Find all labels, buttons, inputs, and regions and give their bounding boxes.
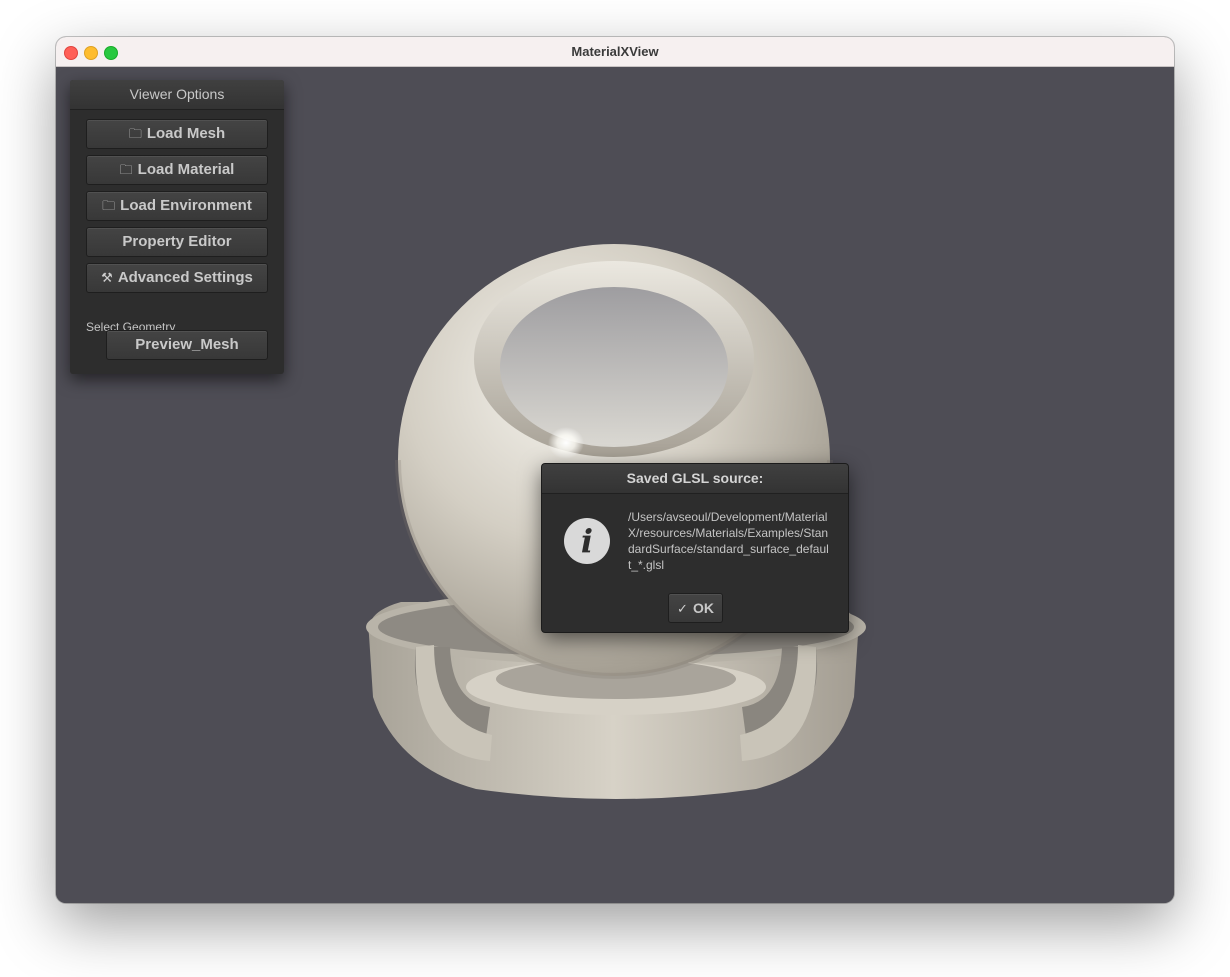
title-bar: MaterialXView [56,37,1174,67]
folder-icon: 🗀 [128,126,142,141]
geometry-select-button[interactable]: Preview_Mesh [106,330,268,360]
close-window-button[interactable] [64,46,78,60]
advanced-settings-button[interactable]: ⚒ Advanced Settings [86,263,268,293]
load-mesh-button[interactable]: 🗀 Load Mesh [86,119,268,149]
dialog-title: Saved GLSL source: [542,464,848,494]
property-editor-button[interactable]: Property Editor [86,227,268,257]
ok-button[interactable]: ✓ OK [668,593,723,623]
info-icon: i [564,518,610,564]
load-material-button[interactable]: 🗀 Load Material [86,155,268,185]
maximize-window-button[interactable] [104,46,118,60]
window-title: MaterialXView [571,44,659,59]
panel-title: Viewer Options [70,80,284,110]
app-window: MaterialXView Viewer Options 🗀 Load Mesh… [56,37,1174,903]
saved-glsl-dialog: Saved GLSL source: i /Users/avseoul/Deve… [542,464,848,632]
tools-icon: ⚒ [101,270,113,285]
minimize-window-button[interactable] [84,46,98,60]
folder-icon: 🗀 [102,198,116,213]
render-viewport[interactable]: Viewer Options 🗀 Load Mesh 🗀 Load Material… [56,67,1174,903]
dialog-message: /Users/avseoul/Development/MaterialX/res… [628,510,829,572]
load-environment-button[interactable]: 🗀 Load Environment [86,191,268,221]
viewer-options-panel: Viewer Options 🗀 Load Mesh 🗀 Load Material… [70,80,284,374]
folder-icon: 🗀 [119,162,133,177]
checkmark-icon: ✓ [677,601,688,616]
